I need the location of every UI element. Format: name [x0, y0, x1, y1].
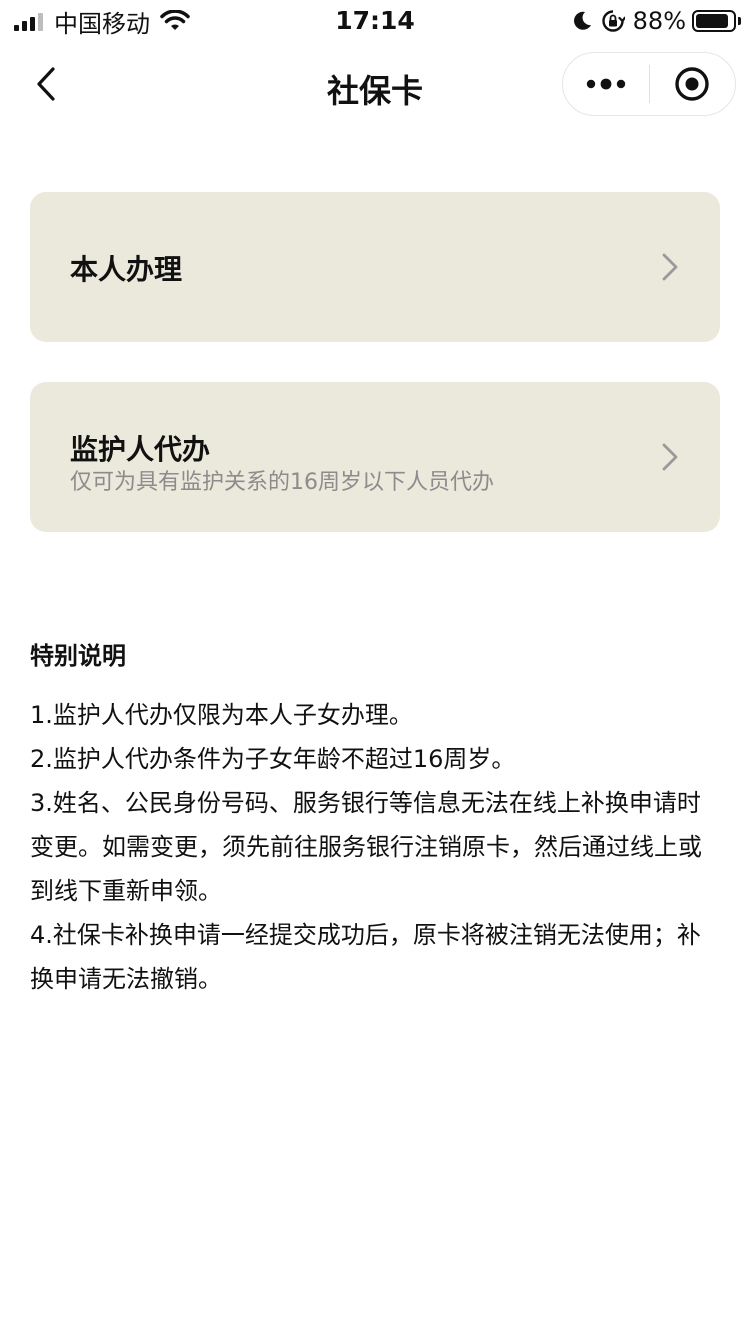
battery-level-fill: [696, 14, 728, 28]
notes-item: 3.姓名、公民身份号码、服务银行等信息无法在线上补换申请时变更。如需变更，须先前…: [30, 789, 702, 905]
battery-icon: [692, 10, 741, 32]
more-button[interactable]: [563, 52, 649, 116]
notes-item: 1.监护人代办仅限为本人子女办理。: [30, 701, 413, 729]
battery-percentage: 88%: [632, 7, 686, 35]
option-guardian-apply[interactable]: 监护人代办 仅可为具有监护关系的16周岁以下人员代办: [30, 382, 720, 532]
chevron-right-icon: [662, 443, 678, 471]
option-title: 监护人代办: [70, 433, 211, 466]
more-dots-icon: [586, 78, 625, 90]
nav-bar: 社保卡: [0, 52, 750, 116]
notes-item: 4.社保卡补换申请一经提交成功后，原卡将被注销无法使用；补换申请无法撤销。: [30, 921, 701, 993]
close-button[interactable]: [650, 52, 736, 116]
close-target-icon: [675, 67, 709, 101]
notes-title: 特别说明: [30, 642, 126, 670]
option-self-apply[interactable]: 本人办理: [30, 192, 720, 342]
status-bar: 中国移动 17:14 88%: [0, 0, 750, 40]
status-right: 88%: [563, 6, 741, 36]
moon-icon: [573, 11, 591, 30]
mini-program-capsule: [562, 52, 736, 116]
chevron-right-icon: [662, 253, 678, 281]
rotation-lock-icon: [601, 10, 625, 32]
option-subtitle: 仅可为具有监护关系的16周岁以下人员代办: [70, 470, 494, 495]
special-notes: 特别说明 1.监护人代办仅限为本人子女办理。 2.监护人代办条件为子女年龄不超过…: [30, 636, 722, 1001]
option-title: 本人办理: [70, 253, 183, 286]
notes-item: 2.监护人代办条件为子女年龄不超过16周岁。: [30, 745, 516, 773]
